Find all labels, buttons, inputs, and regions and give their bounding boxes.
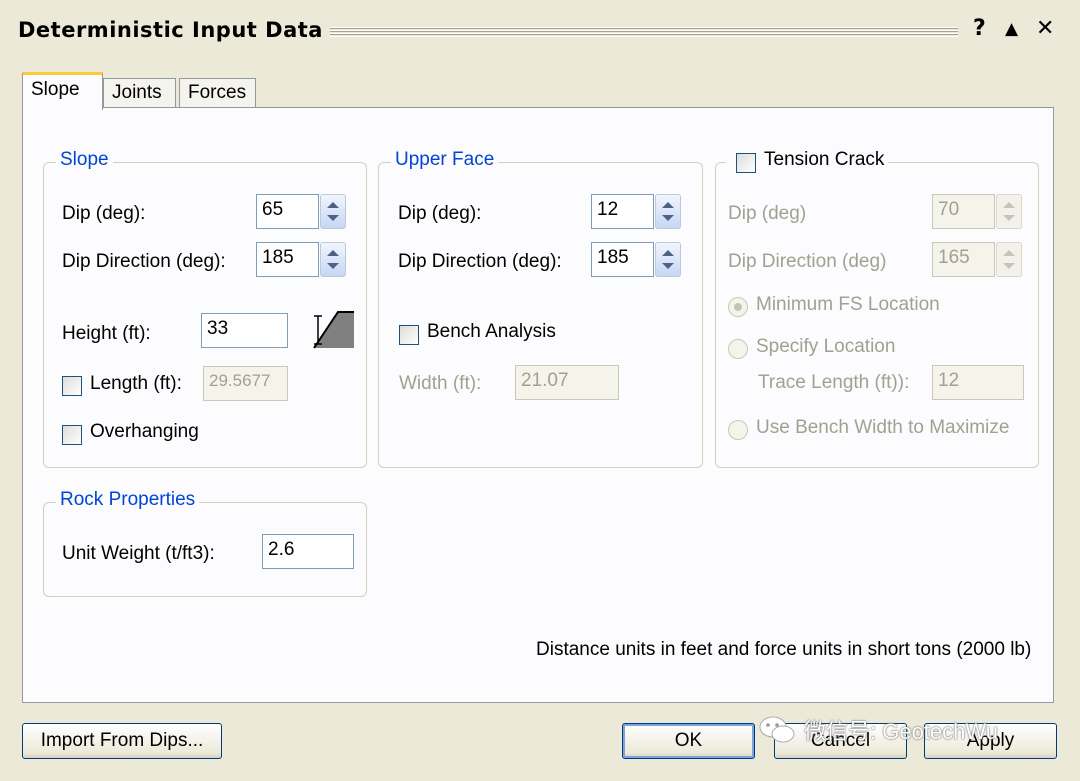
upper-dipdir-label: Dip Direction (deg): [398,251,562,272]
slope-dipdir-input[interactable]: 185 [256,242,319,277]
slope-dip-label: Dip (deg): [62,203,146,224]
ok-button[interactable]: OK [622,723,755,759]
tab-panel: Slope Dip (deg): 65 Dip Direction (deg):… [22,107,1054,703]
tc-dipdir-label: Dip Direction (deg) [728,251,887,272]
bench-width-input[interactable]: 21.07 [515,365,619,400]
bench-analysis-checkbox[interactable] [399,325,419,345]
tc-dip-label: Dip (deg) [728,203,807,224]
overhanging-label: Overhanging [90,421,199,442]
slope-profile-icon [313,311,354,349]
overhanging-checkbox[interactable] [62,425,82,445]
wechat-logo-icon [759,716,795,743]
trace-length-input[interactable]: 12 [932,365,1024,400]
watermark-text: 微信号: GeotechWu [804,719,998,744]
upper-dip-input[interactable]: 12 [591,194,654,229]
title-grip[interactable] [330,27,958,37]
unit-weight-label: Unit Weight (t/ft3): [62,543,215,564]
units-note: Distance units in feet and force units i… [536,639,1032,660]
tension-crack-checkbox[interactable] [736,153,756,173]
slope-dip-input[interactable]: 65 [256,194,319,229]
collapse-button[interactable]: ▲ [1005,19,1018,39]
help-button[interactable]: ? [973,16,986,41]
upper-dip-label: Dip (deg): [398,203,482,224]
tc-dip-input[interactable]: 70 [932,194,995,229]
close-button[interactable]: ✕ [1036,16,1054,41]
tab-slope[interactable]: Slope [22,72,103,110]
min-fs-label: Minimum FS Location [756,294,940,315]
rock-properties-title: Rock Properties [56,489,200,511]
upper-dipdir-spinner[interactable] [655,242,681,277]
window-title: Deterministic Input Data [18,18,323,42]
slope-dipdir-spinner[interactable] [320,242,346,277]
title-bar: Deterministic Input Data ? ▲ ✕ [0,0,1080,64]
upper-dipdir-input[interactable]: 185 [591,242,654,277]
tc-dipdir-input[interactable]: 165 [932,242,995,277]
slope-group-title: Slope [56,149,113,171]
slope-height-input[interactable]: 33 [201,313,288,348]
slope-group: Slope Dip (deg): 65 Dip Direction (deg):… [43,149,367,468]
specify-location-radio[interactable] [728,339,748,359]
slope-length-label: Length (ft): [90,373,182,394]
tab-joints[interactable]: Joints [103,78,176,108]
tc-dip-spinner[interactable] [996,194,1022,229]
slope-dip-spinner[interactable] [320,194,346,229]
upper-face-group: Upper Face Dip (deg): 12 Dip Direction (… [378,149,703,468]
watermark: 微信号: GeotechWu [758,714,998,746]
slope-dipdir-label: Dip Direction (deg): [62,251,226,272]
unit-weight-input[interactable]: 2.6 [262,534,354,569]
import-from-dips-button[interactable]: Import From Dips... [22,723,222,759]
specify-location-label: Specify Location [756,336,896,357]
tension-crack-title: Tension Crack [764,149,885,170]
bench-width-maximize-label: Use Bench Width to Maximize [756,417,1010,438]
bench-analysis-label: Bench Analysis [427,321,556,342]
length-checkbox[interactable] [62,376,82,396]
min-fs-radio[interactable] [728,297,748,317]
rock-properties-group: Rock Properties Unit Weight (t/ft3): 2.6 [43,489,367,597]
tc-dipdir-spinner[interactable] [996,242,1022,277]
tab-forces[interactable]: Forces [179,78,256,108]
bench-width-label: Width (ft): [399,373,482,394]
trace-length-label: Trace Length (ft)): [758,372,910,393]
slope-height-label: Height (ft): [62,323,151,344]
upper-face-group-title: Upper Face [391,149,499,171]
tension-crack-group: Tension Crack Dip (deg) 70 Dip Direction… [715,147,1039,468]
upper-dip-spinner[interactable] [655,194,681,229]
slope-length-input[interactable]: 29.5677 [203,366,288,401]
bench-width-radio[interactable] [728,420,748,440]
